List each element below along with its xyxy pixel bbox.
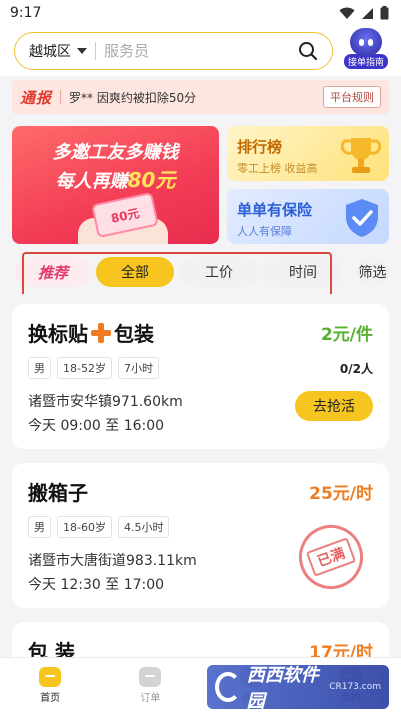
filter-tabs: 推荐 全部 工价 时间 [12, 252, 342, 292]
insurance-banner[interactable]: 单单有保险 人人有保障 [227, 189, 389, 244]
guide-button[interactable]: 接单指南 [341, 28, 391, 74]
filter-button[interactable]: 筛选 [356, 257, 389, 287]
header: 越城区 接单指南 [0, 26, 401, 76]
full-stamp-label: 已满 [305, 537, 357, 577]
nav-orders-label: 订单 [140, 693, 161, 704]
banner-area: 多邀工友多赚钱 每人再赚80元 80元 排行榜 零工上榜 收益高 单单有保险 人… [12, 126, 389, 244]
tab-recommend[interactable]: 推荐 [16, 257, 90, 287]
tab-time[interactable]: 时间 [264, 257, 342, 287]
grab-job-button[interactable]: 去抢活 [295, 391, 373, 421]
home-icon [39, 667, 62, 687]
job-title: 换标贴 包装 [28, 318, 154, 347]
job-info: 诸暨市安华镇971.60km 今天 09:00 至 16:00 [28, 379, 183, 435]
search-input[interactable] [104, 42, 298, 60]
search-divider [95, 42, 96, 60]
job-time: 今天 09:00 至 16:00 [28, 418, 165, 434]
tag-hours: 7小时 [117, 357, 159, 379]
search-icon[interactable] [298, 41, 318, 61]
status-bar: 9:17 [0, 0, 401, 26]
trophy-icon [341, 138, 381, 173]
job-pay: 2元/件 [320, 325, 373, 345]
job-pay: 17元/时 [309, 643, 373, 657]
plus-icon [90, 322, 112, 344]
search-box: 越城区 [14, 32, 333, 70]
notice-text: 罗** 因爽约被扣除50分 [69, 90, 197, 105]
orders-icon [139, 667, 162, 687]
bottom-nav: 首页 订单 消息 我的 西西软件园 CR173.com [0, 657, 401, 713]
logo-c-icon [215, 672, 241, 702]
job-card[interactable]: 包 装 17元/时 [12, 622, 389, 657]
shield-check-icon [346, 199, 378, 237]
job-card[interactable]: 换标贴 包装 2元/件 男 18-52岁 7小时 0/2人 诸暨市安华镇971.… [12, 304, 389, 449]
invite-banner-line1: 多邀工友多赚钱 [52, 142, 179, 163]
invite-banner-line2: 每人再赚80元 [12, 164, 219, 193]
job-title: 搬箱子 [28, 481, 88, 505]
job-headcount: 0/2人 [339, 361, 373, 376]
wifi-icon [339, 7, 355, 19]
guide-label: 接单指南 [343, 54, 388, 69]
signal-icon [362, 7, 373, 19]
job-title: 包 装 [28, 640, 75, 657]
tag-gender: 男 [28, 516, 51, 538]
watermark-text: 西西软件园 [246, 665, 319, 712]
tag-age: 18-60岁 [57, 516, 112, 538]
robot-icon [350, 28, 382, 56]
notice-bar: 通报 罗** 因爽约被扣除50分 平台规则 [12, 80, 389, 114]
tag-gender: 男 [28, 357, 51, 379]
tab-price[interactable]: 工价 [180, 257, 258, 287]
notice-separator [60, 90, 62, 104]
side-banners: 排行榜 零工上榜 收益高 单单有保险 人人有保障 [227, 126, 389, 244]
watermark-logo: 西西软件园 CR173.com [207, 665, 389, 712]
nav-home[interactable]: 首页 [0, 658, 100, 713]
job-card-head: 换标贴 包装 2元/件 [28, 318, 373, 347]
tab-all[interactable]: 全部 [96, 257, 174, 287]
nav-home-label: 首页 [40, 693, 61, 704]
ranking-banner[interactable]: 排行榜 零工上榜 收益高 [227, 126, 389, 181]
clock: 9:17 [10, 5, 42, 21]
filter-row: 推荐 全部 工价 时间 筛选 [12, 252, 389, 298]
invite-banner-prefix: 每人再赚 [55, 171, 128, 192]
job-title-part1: 换标贴 [28, 322, 88, 346]
job-card[interactable]: 搬箱子 25元/时 男 18-60岁 4.5小时 诸暨市大唐街道983.11km… [12, 463, 389, 608]
job-title-part2: 包装 [114, 322, 154, 346]
notice-tag: 通报 [20, 88, 53, 107]
job-tags: 男 18-52岁 7小时 0/2人 [28, 357, 373, 379]
district-label: 越城区 [29, 44, 71, 60]
tag-hours: 4.5小时 [117, 516, 170, 538]
battery-icon [380, 6, 389, 20]
watermark-sub: CR173.com [329, 682, 381, 692]
tag-age: 18-52岁 [57, 357, 112, 379]
district-selector[interactable]: 越城区 [29, 41, 87, 61]
job-card-head: 包 装 17元/时 [28, 636, 373, 657]
status-icons [339, 6, 389, 20]
caret-down-icon [77, 48, 87, 54]
job-pay: 25元/时 [309, 484, 373, 504]
platform-rules-button[interactable]: 平台规则 [323, 86, 381, 108]
invite-banner[interactable]: 多邀工友多赚钱 每人再赚80元 80元 [12, 126, 219, 244]
job-card-body: 诸暨市安华镇971.60km 今天 09:00 至 16:00 去抢活 [28, 379, 373, 435]
job-card-head: 搬箱子 25元/时 [28, 477, 373, 506]
invite-banner-amount: 80元 [127, 168, 176, 192]
job-location: 诸暨市安华镇971.60km [28, 394, 183, 410]
nav-orders[interactable]: 订单 [100, 658, 200, 713]
job-list[interactable]: 换标贴 包装 2元/件 男 18-52岁 7小时 0/2人 诸暨市安华镇971.… [0, 294, 401, 657]
